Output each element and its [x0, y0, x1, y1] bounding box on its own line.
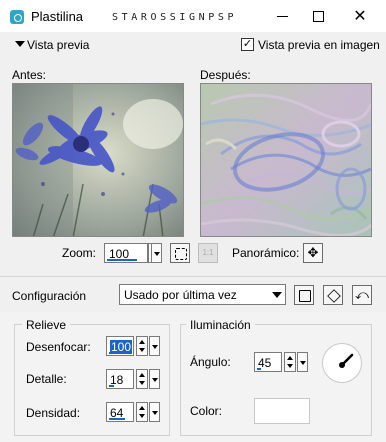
zoom-label: Zoom:	[62, 246, 97, 260]
collapse-arrow-icon[interactable]	[15, 41, 25, 47]
density-dropdown-button[interactable]	[149, 402, 160, 422]
blur-level-bar	[109, 352, 131, 354]
close-button[interactable]: ✕	[340, 0, 380, 32]
relief-group-title: Relieve	[22, 318, 71, 332]
blur-label: Desenfocar:	[26, 340, 91, 354]
detail-label: Detalle:	[26, 372, 67, 386]
chevron-down-icon	[272, 292, 282, 298]
pan-icon: ✥	[307, 245, 319, 260]
lighting-group-title: Iluminación	[186, 318, 255, 332]
preview-toggle-label[interactable]: Vista previa	[27, 38, 89, 52]
reset-button[interactable]: ⤺	[352, 285, 372, 305]
fit-to-window-button[interactable]	[170, 243, 190, 263]
density-spinner[interactable]	[136, 402, 148, 422]
pan-label: Panorámico:	[232, 246, 300, 260]
detail-dropdown-button[interactable]	[149, 369, 160, 389]
check-icon: ✓	[242, 38, 253, 50]
density-level-bar	[109, 418, 125, 420]
preset-selected-value: Usado por última vez	[124, 288, 237, 302]
angle-label: Ángulo:	[190, 355, 231, 369]
close-icon: ✕	[353, 8, 367, 25]
zoom-level-bar	[107, 259, 137, 261]
detail-level-bar	[109, 385, 114, 387]
app-icon	[10, 10, 24, 24]
after-preview	[200, 83, 372, 237]
blur-dropdown-button[interactable]	[149, 336, 160, 356]
after-label: Después:	[200, 68, 251, 82]
minimize-button[interactable]	[262, 0, 302, 32]
before-preview[interactable]	[12, 83, 184, 237]
angle-level-bar	[257, 368, 261, 370]
detail-spinner[interactable]	[136, 369, 148, 389]
window-title: Plastilina	[31, 9, 84, 24]
separator	[0, 276, 386, 277]
density-label: Densidad:	[26, 406, 81, 420]
before-label: Antes:	[12, 68, 47, 82]
angle-dial[interactable]	[322, 343, 362, 383]
presets-label: Configuración	[12, 289, 87, 303]
preset-select[interactable]: Usado por última vez	[119, 284, 286, 305]
detail-input[interactable]: 18	[106, 369, 134, 389]
actual-size-button[interactable]: 1:1	[198, 243, 218, 263]
color-label: Color:	[190, 404, 223, 418]
zoom-input[interactable]: 100	[104, 243, 148, 263]
angle-input[interactable]: 45	[254, 352, 282, 372]
preview-on-image-checkbox[interactable]: ✓	[241, 38, 254, 51]
maximize-icon	[312, 10, 324, 22]
light-color-swatch[interactable]	[254, 398, 310, 424]
blur-spinner[interactable]	[136, 336, 148, 356]
watermark-text: STAROSSIGNPSP	[112, 12, 238, 23]
preview-on-image-label[interactable]: Vista previa en imagen	[258, 38, 380, 52]
randomize-button[interactable]	[323, 285, 343, 305]
pan-button[interactable]: ✥	[303, 243, 323, 263]
save-preset-button[interactable]	[294, 285, 314, 305]
minimize-icon	[276, 15, 288, 17]
angle-dropdown-button[interactable]	[297, 352, 308, 372]
blur-input[interactable]: 100	[106, 336, 134, 356]
angle-spinner[interactable]	[284, 352, 296, 372]
reset-icon: ⤺	[355, 287, 369, 302]
maximize-button[interactable]	[298, 0, 338, 32]
density-input[interactable]: 64	[106, 402, 134, 422]
zoom-dropdown-button[interactable]	[151, 243, 162, 263]
